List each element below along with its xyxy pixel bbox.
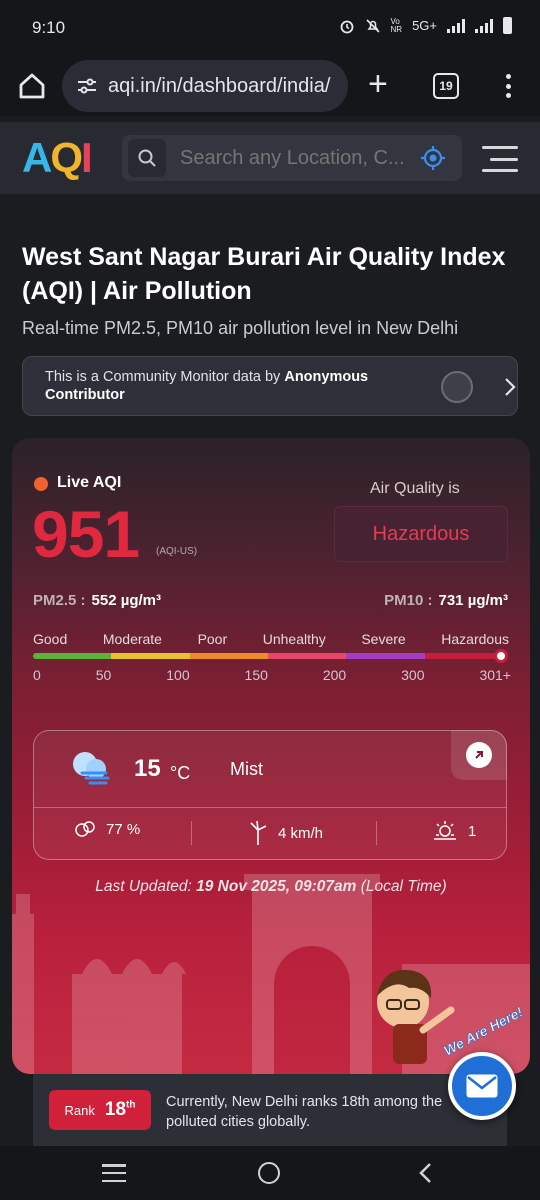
site-header: AQI — [0, 122, 540, 194]
stat-separator — [376, 821, 377, 845]
scale-number: 200 — [322, 667, 347, 683]
mail-icon — [466, 1074, 498, 1098]
scale-number: 100 — [166, 667, 190, 683]
weather-panel: 15 °C Mist 77 % 4 km/h 1 — [33, 730, 507, 860]
last-updated-datetime: 19 Nov 2025, 09:07am — [196, 878, 357, 895]
pm10-value: 731 µg/m³ — [438, 592, 509, 609]
community-text: This is a Community Monitor data by Anon… — [45, 369, 369, 403]
rank-badge: Rank 18th — [49, 1090, 151, 1130]
system-navigation-bar — [0, 1146, 540, 1200]
city-rank-strip[interactable]: Rank 18th Currently, New Delhi ranks 18t… — [33, 1074, 507, 1146]
site-search-bar[interactable] — [122, 135, 462, 181]
scale-label: Hazardous — [441, 631, 509, 647]
browser-toolbar: aqi.in/in/dashboard/india/ + 19 — [0, 56, 540, 116]
scale-number: 150 — [244, 667, 268, 683]
url-bar[interactable]: aqi.in/in/dashboard/india/ — [62, 60, 348, 112]
scale-segment — [111, 653, 190, 659]
wind-stat: 4 km/h — [248, 820, 323, 846]
site-menu-icon[interactable] — [482, 146, 518, 172]
humidity-icon — [75, 821, 95, 837]
aqi-card: Live AQI 951 (AQI-US) Air Quality is Haz… — [12, 438, 530, 1074]
status-bar: 9:10 Vo NR 5G+ — [0, 0, 540, 56]
aqi-scale-numbers: 0 50 100 150 200 300 301+ — [33, 667, 511, 683]
weather-condition: Mist — [230, 759, 263, 779]
signal-icon — [447, 18, 465, 33]
site-settings-icon[interactable] — [76, 77, 98, 95]
recent-apps-icon[interactable] — [102, 1164, 126, 1182]
mist-cloud-icon — [73, 752, 110, 785]
status-icons: Vo NR 5G+ — [339, 16, 512, 34]
scale-segment — [189, 653, 268, 659]
back-icon[interactable] — [416, 1161, 436, 1185]
aqi-scale-labels: Good Moderate Poor Unhealthy Severe Haza… — [33, 631, 509, 647]
search-icon[interactable] — [128, 139, 166, 177]
air-quality-label: Air Quality is — [370, 480, 460, 497]
tab-switcher-button[interactable]: 19 — [433, 73, 459, 99]
temperature-value: 15 — [134, 755, 161, 782]
aqi-unit: (AQI-US) — [156, 546, 198, 557]
avatar — [441, 371, 473, 403]
scale-number: 0 — [33, 667, 41, 683]
weather-divider — [34, 807, 506, 808]
scale-label: Moderate — [102, 631, 162, 647]
rank-description: Currently, New Delhi ranks 18th among th… — [166, 1094, 443, 1130]
scale-segment — [346, 653, 425, 659]
arrow-up-right-icon — [466, 742, 492, 768]
volte-label: Vo NR — [390, 16, 403, 34]
new-tab-button[interactable]: + — [368, 67, 388, 101]
browser-menu-button[interactable] — [500, 70, 516, 102]
weather-expand-button[interactable] — [451, 730, 507, 780]
mute-icon — [365, 18, 380, 33]
locate-icon[interactable] — [420, 145, 446, 171]
status-time: 9:10 — [32, 18, 66, 37]
home-nav-icon[interactable] — [258, 1162, 280, 1184]
contact-mail-button[interactable] — [448, 1052, 516, 1120]
aqi-scale-bar — [33, 653, 503, 659]
pm25-reading: PM2.5 :552 µg/m³ — [33, 592, 162, 609]
page-subtitle: Real-time PM2.5, PM10 air pollution leve… — [22, 318, 459, 338]
aqi-logo[interactable]: AQI — [22, 134, 93, 182]
rank-number: 18th — [104, 1099, 136, 1120]
scale-label: Poor — [197, 631, 228, 647]
uv-sun-icon — [434, 821, 456, 840]
wind-turbine-icon — [250, 820, 267, 845]
alarm-icon — [340, 20, 353, 33]
humidity-stat: 77 % — [74, 820, 140, 838]
search-input[interactable] — [180, 146, 412, 170]
pm25-value: 552 µg/m³ — [91, 592, 162, 609]
scale-segment — [33, 653, 112, 659]
scale-label: Good — [33, 631, 68, 647]
chevron-right-icon — [505, 378, 516, 396]
stat-separator — [191, 821, 192, 845]
uv-stat: 1 — [432, 820, 476, 842]
status-badge: Hazardous — [334, 506, 508, 562]
scale-label: Unhealthy — [262, 631, 326, 647]
rank-label: Rank — [64, 1102, 95, 1118]
url-text: aqi.in/in/dashboard/india/ — [108, 74, 331, 97]
last-updated: Last Updated: 19 Nov 2025, 09:07am (Loca… — [95, 878, 447, 895]
battery-icon — [503, 17, 512, 34]
community-monitor-banner[interactable]: This is a Community Monitor data by Anon… — [22, 356, 518, 416]
scale-number: 301+ — [479, 667, 511, 683]
temperature-unit: °C — [170, 763, 191, 783]
home-icon[interactable] — [16, 70, 48, 102]
pm10-reading: PM10 :731 µg/m³ — [384, 592, 508, 609]
scale-number: 300 — [401, 667, 425, 683]
live-indicator-dot — [34, 477, 48, 491]
page-title: West Sant Nagar Burari Air Quality Index… — [22, 243, 506, 305]
scale-number: 50 — [95, 667, 112, 683]
scale-segment — [424, 653, 503, 659]
aqi-value: 951 — [32, 497, 140, 571]
scale-segment — [267, 653, 347, 659]
signal-icon-2 — [475, 18, 493, 33]
network-type: 5G+ — [412, 18, 437, 33]
scale-label: Severe — [361, 631, 406, 647]
live-aqi-label: Live AQI — [57, 474, 122, 491]
aqi-scale-marker — [494, 649, 508, 663]
